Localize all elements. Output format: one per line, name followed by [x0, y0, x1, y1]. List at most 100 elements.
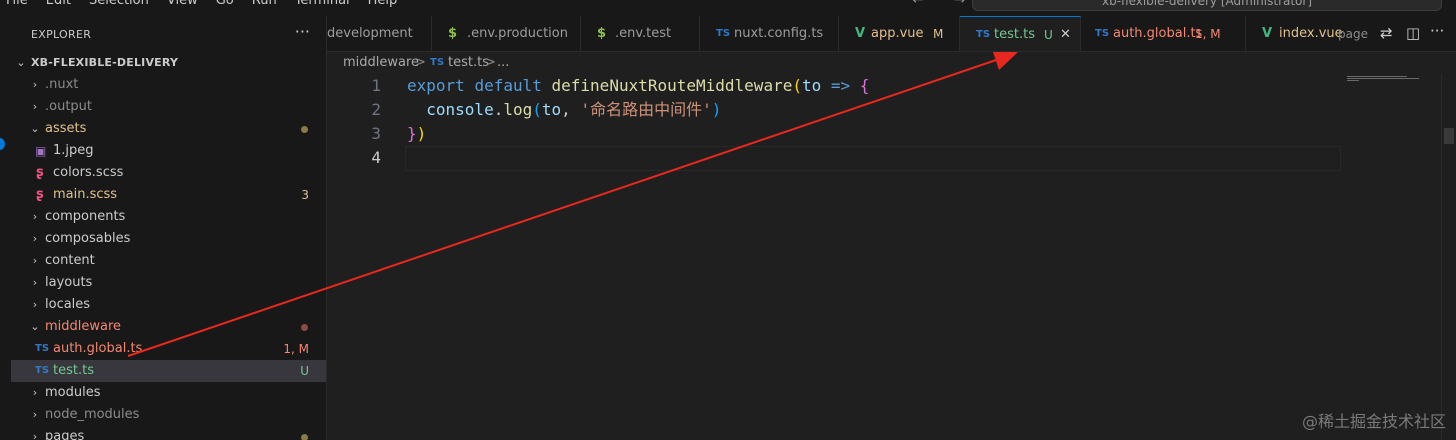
activity-badge: [0, 138, 5, 150]
tab-env-test[interactable]: $ .env.test: [581, 16, 700, 51]
chevron-right-icon: ›: [32, 386, 38, 399]
back-arrow-icon[interactable]: ←: [912, 0, 924, 8]
tree-item-1-jpeg[interactable]: ▣ 1.jpeg: [11, 140, 326, 162]
vue-file-icon: V: [1262, 26, 1273, 41]
tab-label: auth.global.ts: [1113, 26, 1203, 41]
tree-item-colors-scss[interactable]: ʂ colors.scss: [11, 162, 326, 184]
tab-nuxt-config-ts[interactable]: TS nuxt.config.ts: [700, 16, 839, 51]
minimap[interactable]: [1347, 76, 1427, 84]
token-variable: console: [426, 100, 494, 119]
tree-item-nuxt[interactable]: › .nuxt: [11, 74, 326, 96]
tree-item-label: middleware: [45, 319, 122, 334]
tree-item-label: assets: [45, 121, 87, 136]
tree-item-label: layouts: [45, 275, 93, 290]
tab-label: .env.production: [467, 26, 568, 41]
menu-selection[interactable]: Selection: [89, 0, 149, 8]
workspace-root[interactable]: ⌄ XB-FLEXIBLE-DELIVERY: [11, 52, 326, 74]
tree-item-composables[interactable]: › composables: [11, 228, 326, 250]
menu-edit[interactable]: Edit: [46, 0, 71, 8]
menu-file[interactable]: File: [6, 0, 28, 8]
tree-item-output[interactable]: › .output: [11, 96, 326, 118]
error-dot: [301, 324, 308, 331]
menu-run[interactable]: Run: [252, 0, 277, 8]
breadcrumb-symbol[interactable]: ...: [497, 52, 509, 74]
code-line-1: export default defineNuxtRouteMiddleware…: [407, 74, 869, 98]
sass-file-icon: ʂ: [36, 187, 44, 202]
tree-item-label: pages: [45, 429, 85, 440]
chevron-right-icon: ›: [32, 298, 38, 311]
breadcrumb-folder[interactable]: middleware: [343, 52, 419, 74]
tree-item-node-modules[interactable]: › node_modules: [11, 404, 326, 426]
tree-item-pages[interactable]: › pages: [11, 426, 326, 440]
tab-test-ts[interactable]: TS test.ts U ✕: [960, 16, 1081, 51]
forward-arrow-icon[interactable]: →: [954, 0, 966, 8]
tree-item-test-ts[interactable]: TS test.ts U: [11, 360, 326, 382]
activity-bar: [0, 16, 11, 440]
tab-label: development: [327, 26, 413, 41]
modified-dot: [301, 126, 308, 133]
tab-label: app.vue: [871, 26, 924, 41]
tree-item-label: main.scss: [53, 187, 118, 202]
token-bracket: {: [859, 76, 870, 95]
tree-item-auth-global-ts[interactable]: TS auth.global.ts 1, M: [11, 338, 326, 360]
tree-item-middleware[interactable]: ⌄ middleware: [11, 316, 326, 338]
tree-item-content[interactable]: › content: [11, 250, 326, 272]
tab-description: page: [1338, 27, 1368, 41]
tab-auth-global-ts[interactable]: TS auth.global.ts 1, M: [1081, 16, 1246, 51]
chevron-right-icon: ›: [32, 408, 38, 421]
split-editor-icon[interactable]: ◫: [1406, 24, 1420, 42]
chevron-down-icon: ⌄: [16, 56, 26, 69]
tab-app-vue[interactable]: V app.vue M: [839, 16, 960, 51]
history-nav: ← →: [912, 0, 965, 8]
menu-view[interactable]: View: [167, 0, 198, 8]
compare-changes-icon[interactable]: ⇄: [1380, 24, 1393, 42]
menu-help[interactable]: Help: [368, 0, 398, 8]
modified-dot: [301, 434, 308, 440]
image-file-icon: ▣: [35, 144, 47, 158]
chevron-right-icon: ›: [32, 210, 38, 223]
tab-development[interactable]: development: [327, 16, 432, 51]
chevron-down-icon: ⌄: [30, 320, 40, 333]
chevron-right-icon: ›: [32, 254, 38, 267]
tree-item-locales[interactable]: › locales: [11, 294, 326, 316]
token-param: to: [801, 76, 822, 95]
breadcrumb-file[interactable]: test.ts: [448, 52, 489, 74]
token-bracket: ): [711, 100, 722, 119]
more-actions-icon[interactable]: ···: [1430, 22, 1444, 40]
git-status-badge: U: [300, 364, 309, 378]
vertical-scrollbar[interactable]: [1441, 74, 1456, 440]
code-editor[interactable]: 1 2 3 4 export default defineNuxtRouteMi…: [327, 74, 1456, 440]
tab-label: nuxt.config.ts: [734, 26, 824, 41]
tree-item-components[interactable]: › components: [11, 206, 326, 228]
title-bar: File Edit Selection View Go Run Terminal…: [0, 0, 1456, 16]
command-center[interactable]: xb-flexible-delivery [Administrator]: [972, 0, 1442, 11]
tree-item-layouts[interactable]: › layouts: [11, 272, 326, 294]
tree-item-label: test.ts: [53, 363, 94, 378]
typescript-file-icon: TS: [716, 28, 731, 39]
tree-item-main-scss[interactable]: ʂ main.scss 3: [11, 184, 326, 206]
tab-env-production[interactable]: $ .env.production: [432, 16, 581, 51]
tab-index-vue[interactable]: V index.vue page: [1246, 16, 1373, 51]
git-status-badge: U: [1044, 28, 1053, 42]
tree-item-label: colors.scss: [53, 165, 124, 180]
close-icon[interactable]: ✕: [1060, 17, 1071, 51]
tree-item-modules[interactable]: › modules: [11, 382, 326, 404]
explorer-title: EXPLORER: [31, 28, 92, 41]
token-bracket: (: [532, 100, 542, 119]
git-status-badge: 1, M: [1195, 27, 1221, 41]
problem-count-badge: 3: [301, 188, 309, 202]
token-keyword: export: [407, 76, 465, 95]
chevron-right-icon: ›: [32, 100, 38, 113]
tree-item-label: .output: [45, 99, 93, 114]
scrollbar-thumb[interactable]: [1444, 128, 1454, 144]
tree-item-assets[interactable]: ⌄ assets: [11, 118, 326, 140]
tree-item-label: node_modules: [45, 407, 140, 422]
token-bracket: }: [407, 124, 417, 143]
menu-go[interactable]: Go: [216, 0, 234, 8]
menu-terminal[interactable]: Terminal: [295, 0, 350, 8]
more-actions-icon[interactable]: ···: [295, 22, 310, 41]
token-arrow: =>: [830, 76, 851, 95]
token-function: log: [503, 100, 533, 119]
breadcrumb-separator: >: [485, 55, 496, 70]
typescript-file-icon: TS: [430, 57, 445, 68]
